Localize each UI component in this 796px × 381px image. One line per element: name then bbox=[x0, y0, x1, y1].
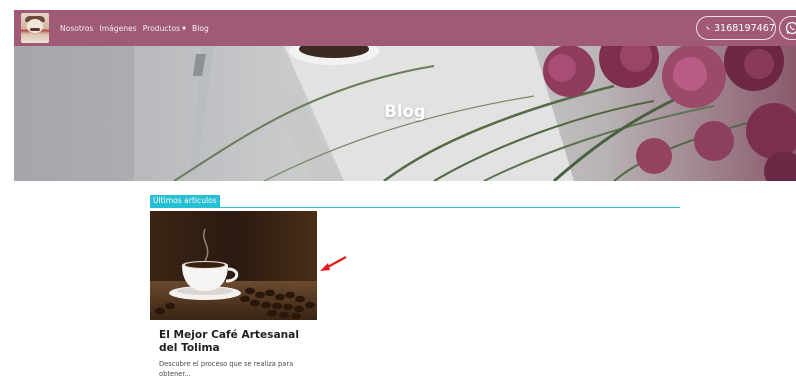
nav-item-nosotros[interactable]: Nosotros bbox=[60, 24, 93, 33]
page: Nosotros Imágenes Productos ▼ Blog 316819… bbox=[0, 0, 796, 381]
section-header: Últimos artículos bbox=[150, 195, 680, 208]
site-logo[interactable] bbox=[21, 13, 49, 43]
hero-title: Blog bbox=[384, 102, 426, 121]
nav-item-productos[interactable]: Productos ▼ bbox=[143, 24, 186, 33]
nav-item-imagenes[interactable]: Imágenes bbox=[99, 24, 136, 33]
nav-item-blog[interactable]: Blog bbox=[192, 24, 209, 33]
coffee-cup-image bbox=[150, 211, 317, 320]
phone-button[interactable]: 3168197467 bbox=[696, 16, 776, 40]
red-arrow-icon bbox=[320, 256, 347, 271]
whatsapp-icon bbox=[785, 21, 796, 35]
phone-icon bbox=[706, 26, 710, 30]
hero-banner: Blog bbox=[14, 46, 796, 181]
nav-item-productos-label: Productos bbox=[142, 23, 181, 33]
post-title[interactable]: El Mejor Café Artesanal del Tolima bbox=[159, 329, 319, 355]
caret-down-icon: ▼ bbox=[182, 25, 186, 32]
top-navbar: Nosotros Imágenes Productos ▼ Blog 316819… bbox=[14, 10, 796, 46]
post-thumbnail[interactable] bbox=[150, 211, 317, 320]
post-excerpt: Descubre el proceso que se realiza para … bbox=[159, 360, 294, 378]
main-menu: Nosotros Imágenes Productos ▼ Blog bbox=[60, 10, 209, 46]
section-badge: Últimos artículos bbox=[150, 195, 220, 207]
whatsapp-button[interactable] bbox=[779, 16, 796, 40]
phone-number: 3168197467 bbox=[713, 22, 775, 34]
